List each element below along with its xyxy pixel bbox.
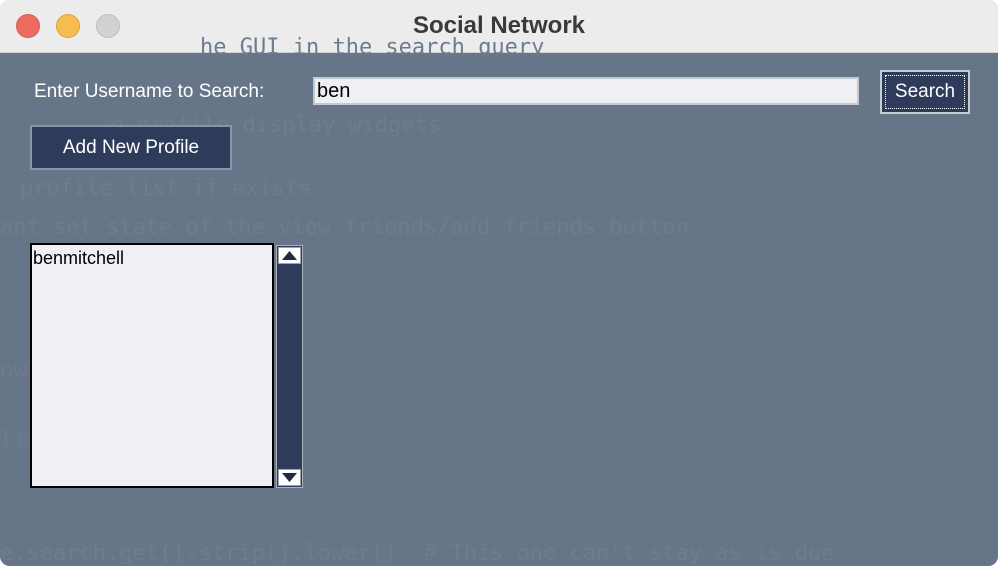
- results-scrollbar[interactable]: [276, 245, 303, 488]
- search-button-label: Search: [894, 81, 956, 102]
- add-new-profile-button[interactable]: Add New Profile: [30, 125, 232, 170]
- profile-results-list[interactable]: benmitchell: [30, 243, 274, 488]
- background-code-line: profile list if exists: [20, 176, 312, 201]
- scroll-down-button[interactable]: [278, 469, 301, 486]
- search-input[interactable]: [313, 77, 859, 105]
- chevron-down-icon: [282, 473, 297, 482]
- main-content: he GUI in the search query e profile dis…: [0, 35, 998, 566]
- app-window: Social Network he GUI in the search quer…: [0, 0, 998, 566]
- chevron-up-icon: [282, 251, 297, 260]
- search-button[interactable]: Search: [880, 70, 970, 114]
- background-code-line: ant set state of the view friends/add fr…: [0, 215, 689, 240]
- background-code-line: e.search.get().strip().lower() # This on…: [0, 541, 835, 566]
- list-item[interactable]: benmitchell: [33, 248, 124, 269]
- window-title: Social Network: [412, 12, 586, 39]
- scroll-up-button[interactable]: [278, 247, 301, 264]
- title-bar[interactable]: Social Network: [0, 0, 998, 53]
- search-label: Enter Username to Search:: [34, 81, 265, 102]
